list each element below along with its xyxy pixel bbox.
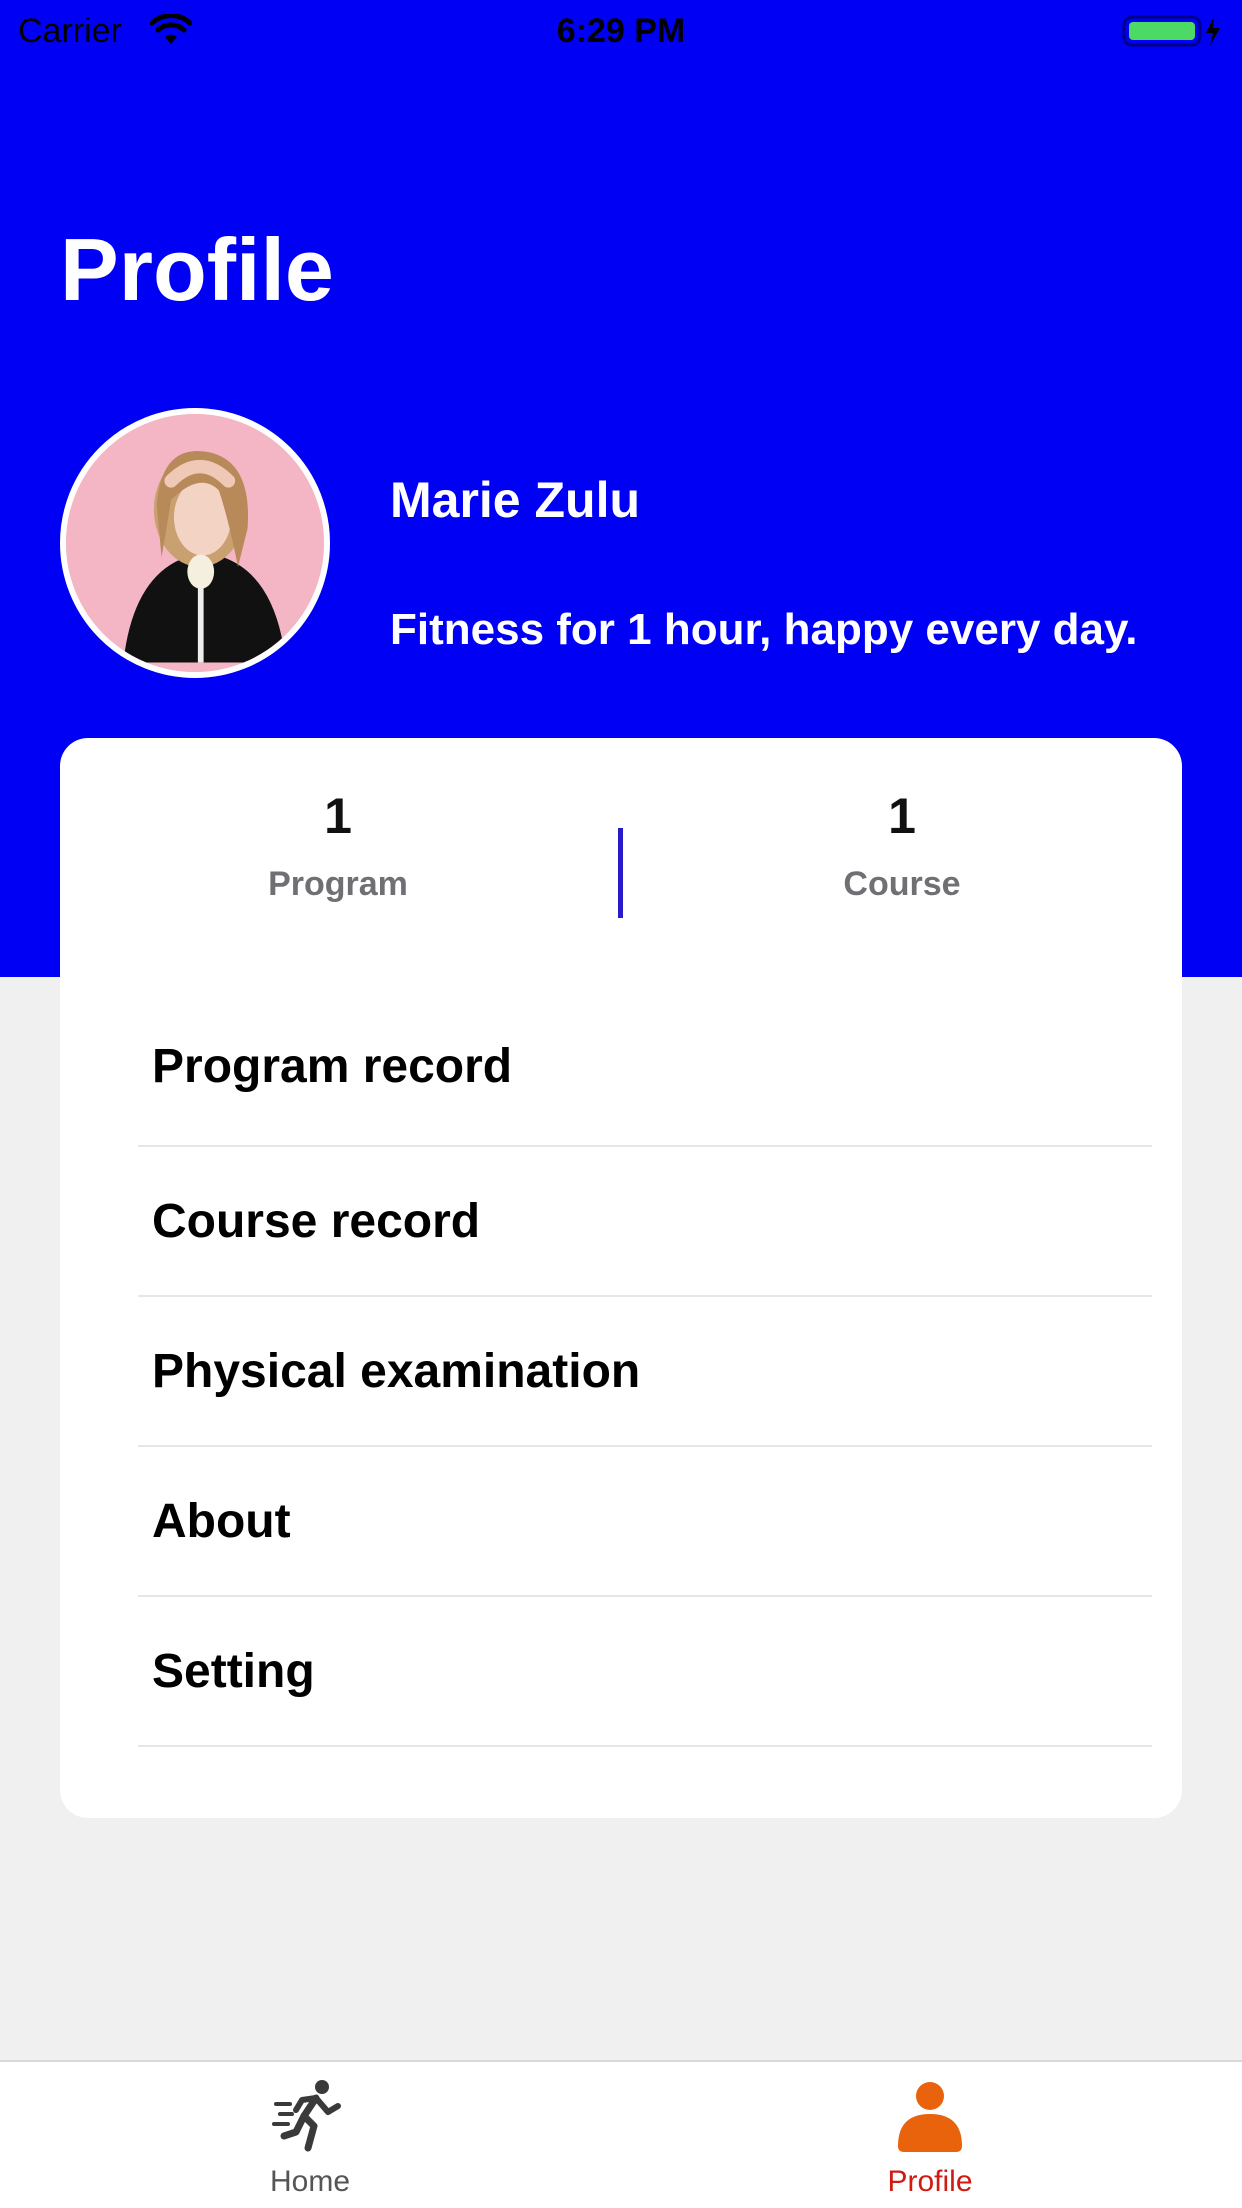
charging-bolt-icon — [1206, 16, 1220, 46]
menu-item-about[interactable]: About — [138, 1447, 1152, 1597]
profile-menu: Program record Course record Physical ex… — [138, 988, 1152, 1747]
course-stat[interactable]: 1 Course — [702, 786, 1102, 904]
avatar-photo — [66, 414, 324, 672]
tab-profile[interactable]: Profile — [820, 2076, 1040, 2200]
tab-profile-label: Profile — [887, 2165, 973, 2198]
menu-item-course-record[interactable]: Course record — [138, 1147, 1152, 1297]
tab-bar: Home Profile — [0, 2060, 1242, 2208]
page-title: Profile — [60, 220, 334, 319]
course-stat-label: Course — [843, 865, 961, 903]
user-name: Marie Zulu — [390, 472, 641, 528]
course-count: 1 — [888, 788, 916, 844]
profile-screen: Carrier 6:29 PM Profile Marie Zulu Fitne… — [0, 0, 1242, 2208]
menu-item-program-record[interactable]: Program record — [138, 988, 1152, 1147]
program-stat[interactable]: 1 Program — [138, 786, 538, 904]
stats-panel: 1 Program 1 Course — [60, 738, 1182, 988]
person-icon — [898, 2082, 962, 2152]
tab-home[interactable]: Home — [200, 2076, 420, 2200]
stats-divider — [618, 828, 623, 918]
program-count: 1 — [324, 788, 352, 844]
menu-item-setting[interactable]: Setting — [138, 1597, 1152, 1747]
battery-icon — [1122, 15, 1220, 47]
avatar[interactable] — [60, 408, 330, 678]
program-stat-label: Program — [268, 865, 408, 903]
profile-card: 1 Program 1 Course Program record Course… — [60, 738, 1182, 1818]
menu-item-physical-examination[interactable]: Physical examination — [138, 1297, 1152, 1447]
running-person-icon — [272, 2080, 341, 2152]
status-time: 6:29 PM — [556, 12, 686, 50]
user-motto: Fitness for 1 hour, happy every day. — [390, 605, 1138, 654]
tab-home-label: Home — [269, 2165, 351, 2198]
status-bar: Carrier 6:29 PM — [0, 0, 1242, 62]
